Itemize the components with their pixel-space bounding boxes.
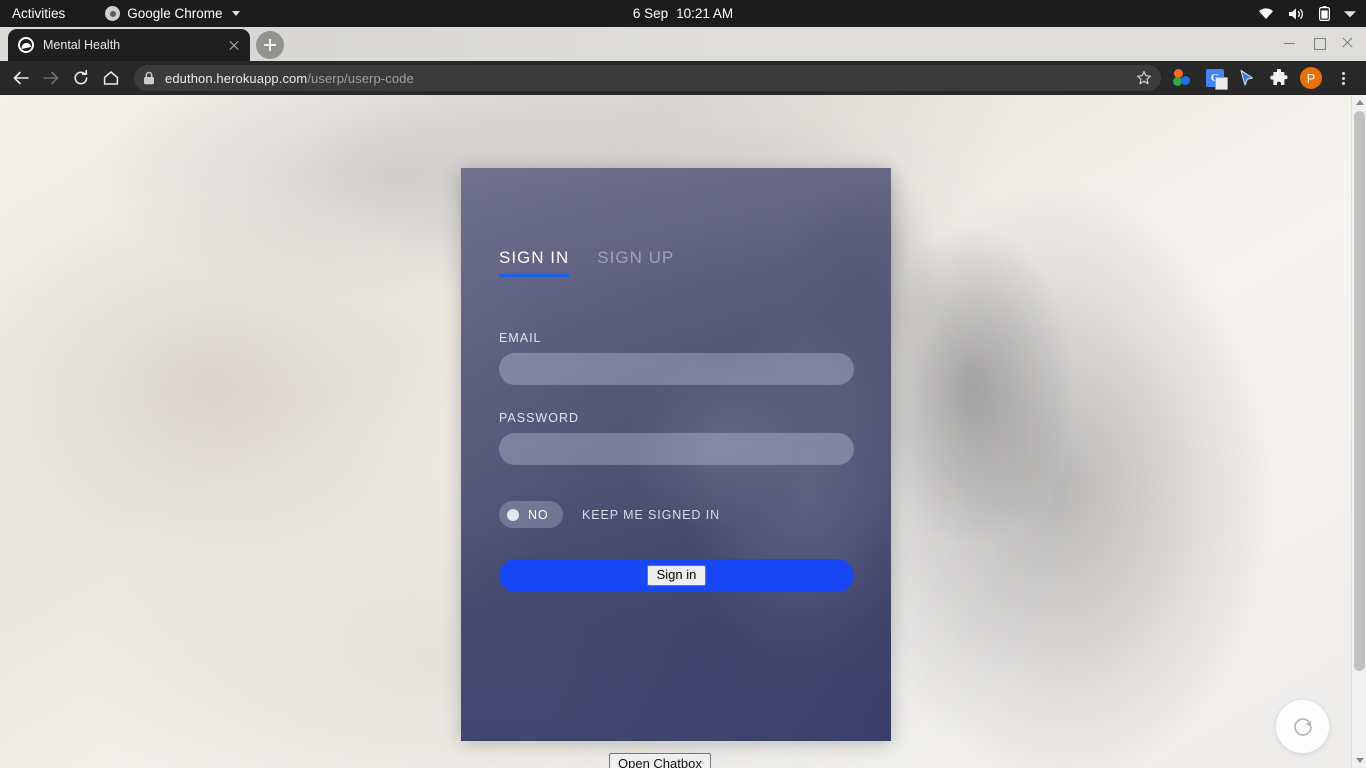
- reload-icon[interactable]: [66, 63, 96, 93]
- star-icon[interactable]: [1128, 70, 1152, 86]
- chevron-down-icon: [231, 11, 240, 16]
- scrollbar-thumb[interactable]: [1354, 111, 1365, 671]
- sign-in-bar[interactable]: Sign in: [499, 559, 854, 592]
- password-label: PASSWORD: [499, 411, 579, 425]
- clock-date: 6 Sep: [632, 6, 669, 21]
- address-bar-host: eduthon.herokuapp.com: [165, 70, 308, 86]
- battery-icon: [1319, 6, 1330, 21]
- gnome-top-bar: Activities Google Chrome 6 Sep 10:21 AM: [0, 0, 1366, 27]
- login-card: SIGN IN SIGN UP EMAIL PASSWORD NO KEEP M…: [461, 168, 891, 741]
- system-menu-chevron-icon: [1344, 10, 1356, 18]
- puzzle-extensions-icon[interactable]: [1264, 63, 1294, 93]
- toolbar-right-icons: G P: [1168, 63, 1360, 93]
- tab-title: Mental Health: [43, 38, 121, 52]
- app-menu-label: Google Chrome: [127, 6, 223, 21]
- google-translate-extension-icon[interactable]: G: [1200, 63, 1230, 93]
- close-icon[interactable]: [1333, 29, 1362, 57]
- address-bar-path: /userp/userp-code: [307, 70, 414, 86]
- maximize-icon[interactable]: [1304, 29, 1333, 57]
- email-label: EMAIL: [499, 331, 542, 345]
- lock-icon[interactable]: [143, 71, 155, 85]
- chrome-icon: [105, 6, 121, 21]
- keep-signed-in-label: KEEP ME SIGNED IN: [582, 507, 721, 522]
- refresh-circle-icon[interactable]: [1276, 700, 1329, 753]
- toggle-knob-icon: [507, 508, 519, 521]
- open-chatbox-button[interactable]: Open Chatbox: [609, 753, 711, 768]
- keep-signed-in-toggle[interactable]: NO: [499, 501, 563, 528]
- tab-sign-up[interactable]: SIGN UP: [597, 248, 674, 277]
- app-menu-google-chrome[interactable]: Google Chrome: [105, 0, 240, 27]
- wifi-icon: [1258, 7, 1274, 20]
- page-viewport: SIGN IN SIGN UP EMAIL PASSWORD NO KEEP M…: [0, 95, 1366, 768]
- auth-tabs: SIGN IN SIGN UP: [499, 168, 853, 277]
- globe-icon: [18, 37, 34, 53]
- browser-toolbar: eduthon.herokuapp.com/userp/userp-code G: [0, 61, 1366, 95]
- cursor-extension-icon[interactable]: [1232, 63, 1262, 93]
- tab-sign-in[interactable]: SIGN IN: [499, 248, 570, 277]
- scroll-down-arrow-icon[interactable]: [1352, 753, 1366, 768]
- page-scrollbar[interactable]: [1351, 95, 1366, 768]
- email-field[interactable]: [499, 353, 854, 385]
- forward-arrow-icon[interactable]: [36, 63, 66, 93]
- scroll-up-arrow-icon[interactable]: [1352, 95, 1366, 110]
- sign-in-button[interactable]: Sign in: [646, 565, 707, 586]
- new-tab-button[interactable]: [256, 31, 284, 59]
- back-arrow-icon[interactable]: [6, 63, 36, 93]
- chrome-window: Mental Health eduthon.herokuapp.com/user…: [0, 27, 1366, 768]
- volume-icon: [1288, 7, 1305, 21]
- window-controls: [1275, 29, 1362, 57]
- three-dot-menu-icon[interactable]: [1328, 63, 1358, 93]
- home-icon[interactable]: [96, 63, 126, 93]
- login-card-content: SIGN IN SIGN UP EMAIL PASSWORD NO KEEP M…: [461, 168, 891, 592]
- minimize-icon[interactable]: [1275, 29, 1304, 57]
- color-dots-extension-icon[interactable]: [1168, 63, 1198, 93]
- password-field[interactable]: [499, 433, 854, 465]
- activities-button[interactable]: Activities: [0, 0, 79, 27]
- toggle-state-label: NO: [528, 507, 549, 522]
- address-bar-url: eduthon.herokuapp.com/userp/userp-code: [165, 71, 414, 86]
- tab-strip: Mental Health: [0, 27, 1366, 61]
- avatar[interactable]: P: [1300, 67, 1322, 89]
- browser-tab-mental-health[interactable]: Mental Health: [8, 29, 250, 61]
- keep-signed-in-row: NO KEEP ME SIGNED IN: [499, 501, 853, 528]
- address-bar[interactable]: eduthon.herokuapp.com/userp/userp-code: [134, 65, 1161, 91]
- system-tray[interactable]: [1258, 6, 1356, 21]
- clock-time: 10:21 AM: [676, 6, 734, 21]
- close-icon[interactable]: [226, 37, 242, 53]
